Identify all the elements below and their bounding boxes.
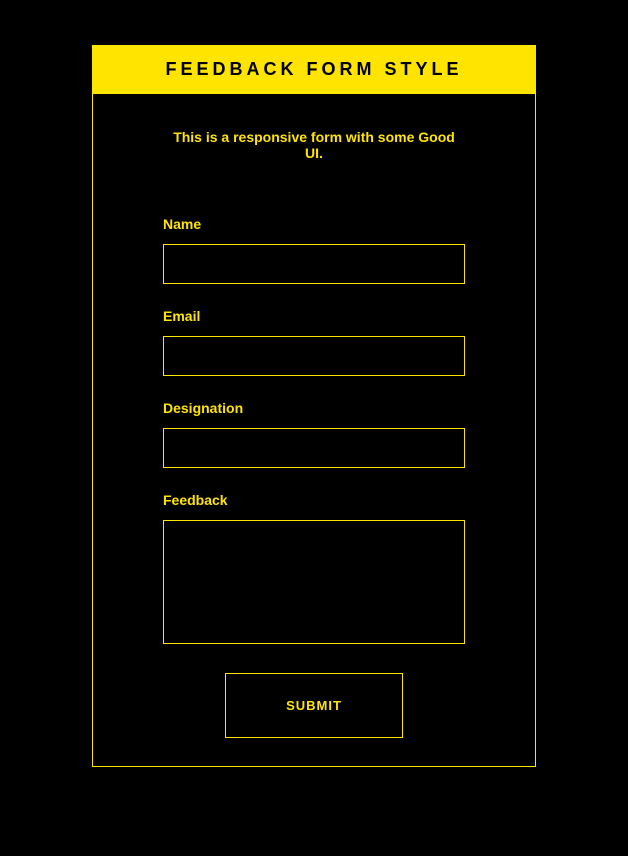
feedback-input[interactable] (163, 520, 465, 644)
form-content: This is a responsive form with some Good… (93, 94, 535, 766)
designation-input[interactable] (163, 428, 465, 468)
name-label: Name (163, 216, 465, 232)
feedback-form-card: FEEDBACK FORM STYLE This is a responsive… (92, 45, 536, 767)
email-label: Email (163, 308, 465, 324)
form-group-designation: Designation (163, 400, 465, 468)
form-subtitle: This is a responsive form with some Good… (163, 129, 465, 161)
submit-wrapper: SUBMIT (163, 673, 465, 738)
submit-button[interactable]: SUBMIT (225, 673, 403, 738)
form-group-name: Name (163, 216, 465, 284)
email-input[interactable] (163, 336, 465, 376)
form-title: FEEDBACK FORM STYLE (93, 59, 535, 80)
designation-label: Designation (163, 400, 465, 416)
form-header: FEEDBACK FORM STYLE (93, 45, 535, 94)
form-group-feedback: Feedback (163, 492, 465, 649)
form-group-email: Email (163, 308, 465, 376)
feedback-label: Feedback (163, 492, 465, 508)
name-input[interactable] (163, 244, 465, 284)
